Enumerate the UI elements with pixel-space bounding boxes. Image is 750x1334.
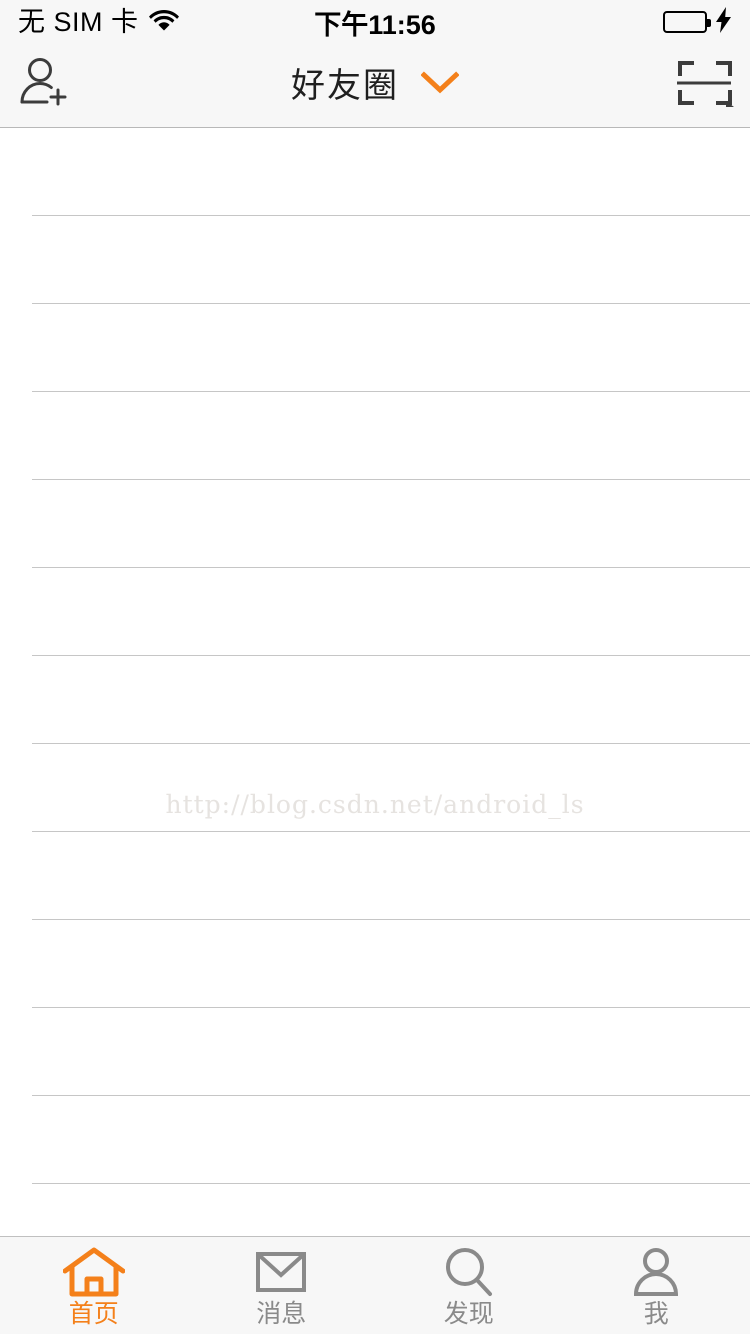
list-item[interactable] (32, 304, 750, 392)
person-icon (631, 1248, 681, 1296)
friend-circle-list (0, 128, 750, 1184)
status-bar-left: 无 SIM 卡 (18, 6, 179, 37)
list-item[interactable] (32, 392, 750, 480)
status-bar: 无 SIM 卡 下午11:56 (0, 0, 750, 44)
list-item[interactable] (32, 568, 750, 656)
phone-screen: 无 SIM 卡 下午11:56 好友圈 http://blog.csdn.net… (0, 0, 750, 1334)
chevron-down-icon[interactable] (420, 71, 460, 100)
home-icon (62, 1247, 125, 1297)
tab-messages[interactable]: 消息 (188, 1237, 376, 1334)
wifi-icon (148, 9, 179, 36)
status-bar-right (663, 6, 732, 38)
tab-home-label: 首页 (68, 1300, 119, 1328)
bottom-tab-bar: 首页 消息 发现 我 (0, 1236, 750, 1334)
list-item[interactable] (32, 1008, 750, 1096)
list-item[interactable] (32, 920, 750, 1008)
header-title-group: 好友圈 (0, 44, 750, 127)
tab-discover[interactable]: 发现 (375, 1237, 563, 1334)
list-item[interactable] (32, 656, 750, 744)
list-item[interactable] (32, 216, 750, 304)
lightning-bolt-icon (716, 6, 732, 38)
list-item[interactable] (32, 480, 750, 568)
tab-discover-label: 发现 (443, 1300, 494, 1328)
list-item[interactable] (32, 128, 750, 216)
tab-home[interactable]: 首页 (0, 1237, 188, 1334)
tab-profile-label: 我 (643, 1300, 669, 1328)
friend-circle-list-area[interactable]: http://blog.csdn.net/android_ls (0, 128, 750, 1236)
list-item[interactable] (32, 744, 750, 832)
envelope-icon (255, 1248, 307, 1296)
clock-label: 下午11:56 (314, 9, 436, 40)
tab-profile[interactable]: 我 (563, 1237, 750, 1334)
search-icon (443, 1248, 495, 1296)
tab-messages-label: 消息 (256, 1300, 307, 1328)
page-title: 好友圈 (291, 66, 399, 105)
list-item[interactable] (32, 832, 750, 920)
carrier-label: 无 SIM 卡 (18, 6, 139, 37)
list-item[interactable] (32, 1096, 750, 1184)
battery-full-icon (663, 11, 711, 33)
app-header: 好友圈 (0, 44, 750, 128)
